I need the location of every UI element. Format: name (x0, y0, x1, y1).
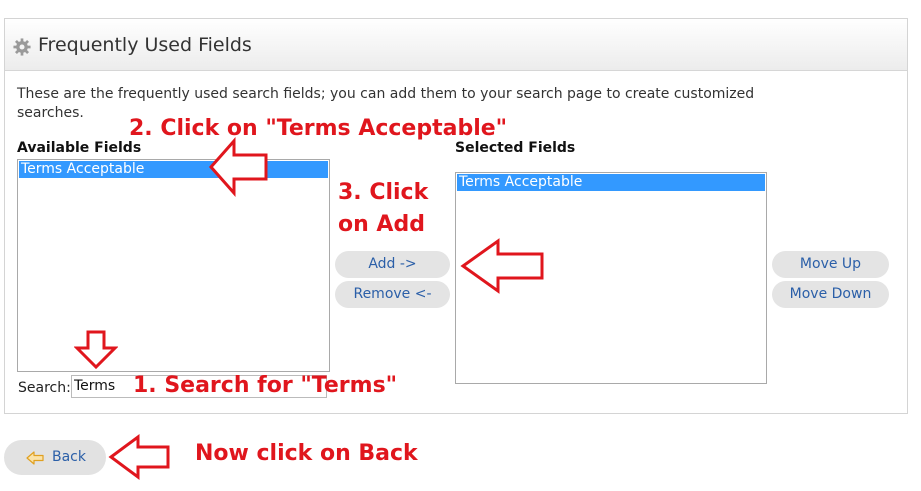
available-fields-list[interactable]: Terms Acceptable (17, 159, 330, 372)
annotation-step-2: 2. Click on "Terms Acceptable" (129, 116, 508, 141)
add-button[interactable]: Add -> (335, 251, 450, 278)
selected-field-terms-acceptable[interactable]: Terms Acceptable (457, 174, 765, 191)
arrow-left-annotation-icon (208, 137, 268, 197)
available-fields-label: Available Fields (17, 140, 142, 156)
back-label: Back (52, 449, 86, 465)
gear-icon (13, 38, 31, 56)
annotation-step-4: Now click on Back (195, 441, 418, 466)
move-up-button[interactable]: Move Up (772, 251, 889, 278)
annotation-step-3-line-2: on Add (338, 212, 425, 237)
frequently-used-fields-panel: Frequently Used Fields These are the fre… (4, 18, 908, 414)
back-button[interactable]: Back (4, 440, 106, 475)
annotation-step-1: 1. Search for "Terms" (133, 373, 398, 398)
panel-title: Frequently Used Fields (38, 34, 252, 56)
arrow-left-annotation-icon (108, 434, 170, 480)
available-field-terms-acceptable[interactable]: Terms Acceptable (19, 161, 328, 178)
search-label: Search: (18, 380, 71, 396)
move-down-button[interactable]: Move Down (772, 281, 889, 308)
arrow-left-icon (26, 451, 44, 465)
arrow-left-annotation-icon (460, 238, 544, 294)
selected-fields-label: Selected Fields (455, 140, 576, 156)
arrow-down-annotation-icon (74, 330, 118, 370)
remove-button[interactable]: Remove <- (335, 281, 450, 308)
panel-header: Frequently Used Fields (5, 19, 907, 71)
annotation-step-3-line-1: 3. Click (338, 180, 429, 205)
